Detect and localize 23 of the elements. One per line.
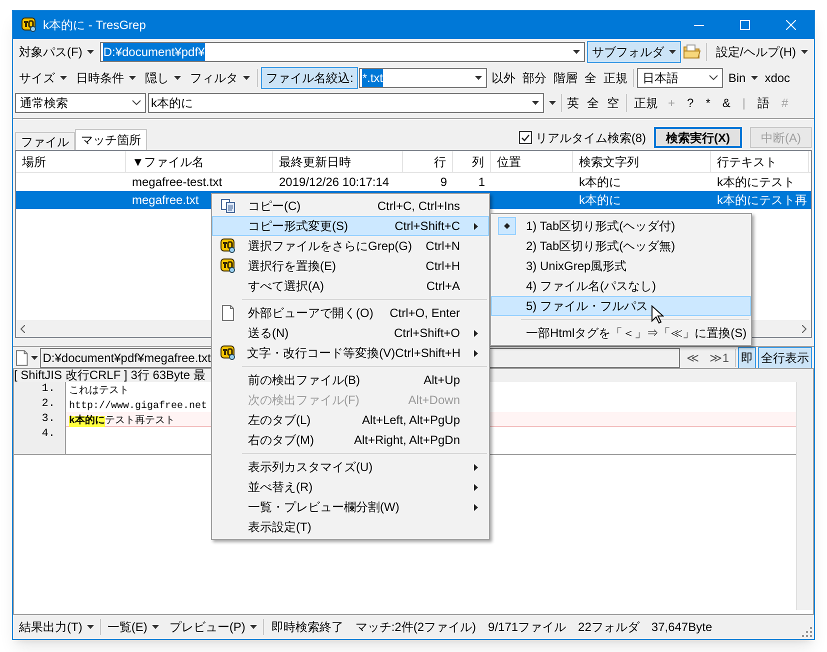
line-number: 1. — [42, 382, 55, 397]
window-title: k本的に - TresGrep — [43, 17, 146, 34]
line-number: 3. — [42, 412, 55, 427]
code-line: これはテスト — [69, 386, 129, 397]
line-number: 4. — [42, 427, 55, 442]
table-cell-text: 2019/12/26 10:17:14 — [279, 174, 390, 191]
line-number: 2. — [42, 397, 55, 412]
table-cell-text: k本的に — [579, 174, 621, 191]
table-cell-text: megafree.txt — [132, 192, 199, 209]
code-line: http://www.gigafree.net — [69, 401, 208, 412]
code-line: k本的にテスト再テスト — [69, 416, 176, 427]
status-text: 22フォルダ — [577, 619, 641, 636]
status-text: 9/171ファイル — [487, 619, 568, 636]
table-cell-text: k本的にテスト再 — [717, 192, 807, 209]
table-cell-text: k本的に — [579, 192, 621, 209]
checkbox-label: リアルタイム検索(8) — [535, 130, 646, 146]
status-text: マッチ:2件(2ファイル) — [354, 619, 478, 636]
status-text: 37,647Byte — [650, 619, 714, 636]
table-cell-text: 1 — [478, 174, 485, 191]
table-cell-text: megafree-test.txt — [132, 174, 222, 191]
status-text: 即時検索終了 — [270, 619, 344, 636]
table-cell-text: k本的にテスト — [717, 174, 795, 191]
table-cell-text: 9 — [440, 174, 447, 191]
